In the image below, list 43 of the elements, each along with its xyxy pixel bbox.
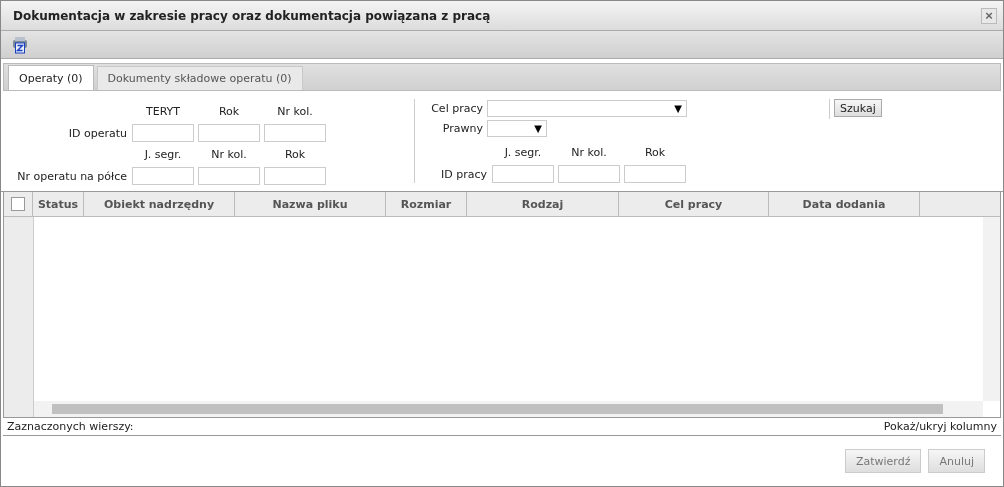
input-field[interactable]	[492, 165, 554, 183]
search-button[interactable]: Szukaj	[834, 99, 882, 117]
column-header[interactable]: Rozmiar	[386, 192, 467, 216]
input-field[interactable]	[132, 167, 194, 185]
field-label: ID pracy	[441, 168, 487, 181]
field-label: Nr kol.	[277, 105, 313, 118]
field-label: ID operatu	[68, 127, 127, 140]
checkbox[interactable]	[11, 197, 25, 211]
field-label: Rok	[284, 148, 306, 161]
field-label: Nr kol.	[571, 146, 607, 159]
input-field[interactable]	[264, 124, 326, 142]
field-label: Nr operatu na półce	[17, 170, 127, 183]
horizontal-scrollbar[interactable]	[34, 401, 983, 417]
close-button[interactable]: ×	[981, 7, 997, 24]
field-label: Rok	[218, 105, 240, 118]
input-field[interactable]	[198, 124, 260, 142]
input-field[interactable]	[624, 165, 686, 183]
field-label: TERYT	[145, 105, 181, 118]
column-header[interactable]: Nazwa pliku	[235, 192, 386, 216]
tab[interactable]: Operaty (0)	[8, 65, 94, 90]
column-toggle-link[interactable]: Pokaż/ukryj kolumny	[883, 420, 997, 433]
column-header[interactable]: Cel pracy	[619, 192, 769, 216]
field-label: Cel pracy	[430, 101, 483, 115]
status-text: Zaznaczonych wierszy:	[7, 420, 134, 433]
input-field[interactable]	[132, 124, 194, 142]
input-field[interactable]	[558, 165, 620, 183]
vertical-scrollbar[interactable]	[983, 217, 1000, 401]
column-header[interactable]: Status	[33, 192, 84, 216]
input-field[interactable]	[264, 167, 326, 185]
printer-icon[interactable]	[11, 35, 29, 54]
window-title: Dokumentacja w zakresie pracy oraz dokumentacja powiązana z pracą	[13, 8, 491, 23]
column-header[interactable]: Data dodania	[769, 192, 920, 216]
field-label: Rok	[644, 146, 666, 159]
tab[interactable]: Dokumenty składowe operatu (0)	[96, 66, 303, 90]
field-label: J. segr.	[144, 148, 182, 161]
field-label: Nr kol.	[211, 148, 247, 161]
column-header[interactable]: Obiekt nadrzędny	[84, 192, 235, 216]
column-header[interactable]: Rodzaj	[467, 192, 619, 216]
dropdown[interactable]: ▼	[487, 119, 547, 137]
dropdown[interactable]: ▼	[487, 99, 687, 117]
input-field[interactable]	[198, 167, 260, 185]
field-label: Prawny	[441, 121, 483, 135]
field-label: J. segr.	[504, 146, 542, 159]
